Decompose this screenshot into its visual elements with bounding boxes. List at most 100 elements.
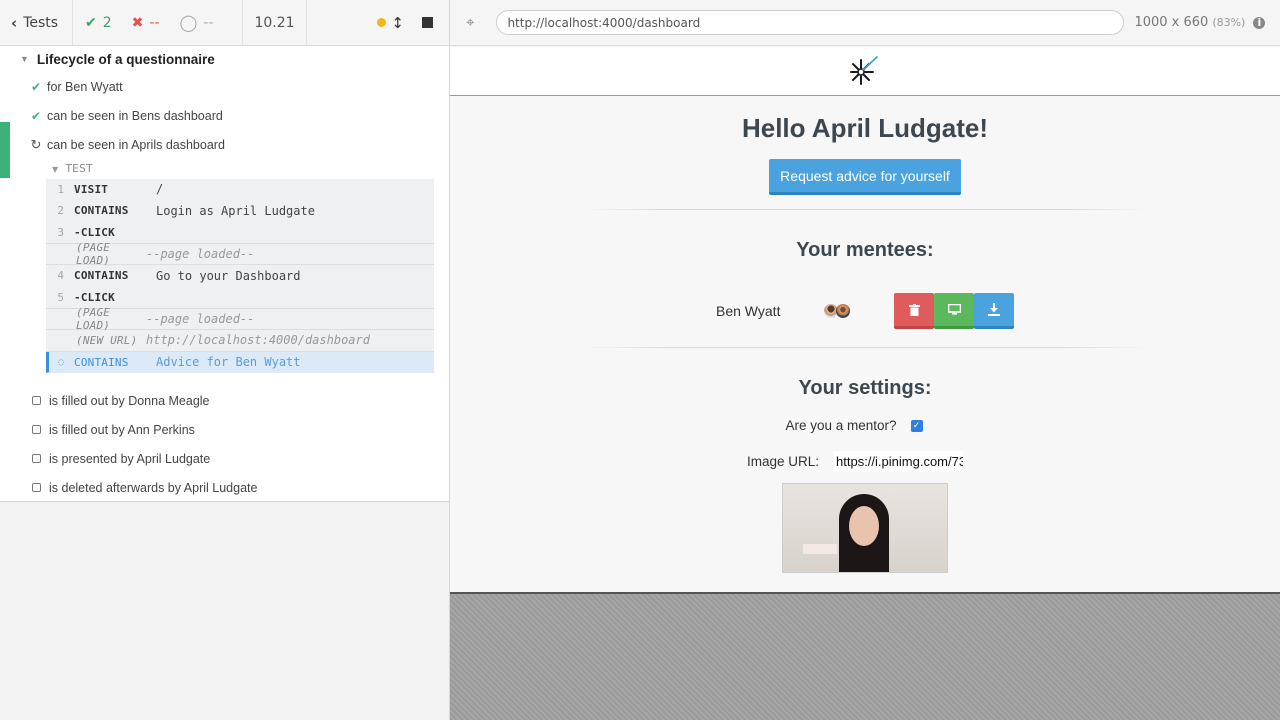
- command-number: 4: [57, 269, 64, 283]
- command-message: Advice for Ben Wyatt: [156, 355, 301, 370]
- runner-toolbar: ‹ Tests ✔ 2 ✖ -- ◯ -- 10.21 ↕: [0, 0, 449, 46]
- test-runner-panel: ‹ Tests ✔ 2 ✖ -- ◯ -- 10.21 ↕ ▼ Lifecycl…: [0, 0, 450, 720]
- mentor-label: Are you a mentor?: [785, 418, 897, 433]
- command-message: --page loaded--: [146, 247, 255, 262]
- trash-icon: [908, 303, 920, 316]
- test-title: is filled out by Donna Meagle: [49, 393, 210, 408]
- greeting-heading: Hello April Ludgate!: [741, 113, 989, 143]
- command-name: CONTAINS: [74, 269, 129, 283]
- command-number: 3: [57, 225, 64, 239]
- command-row-event[interactable]: (NEW URL) http://localhost:4000/dashboar…: [46, 330, 434, 352]
- app-under-test-panel: ⌖ http://localhost:4000/dashboard 1000 x…: [450, 0, 1280, 720]
- request-advice-button[interactable]: Request advice for yourself: [769, 159, 961, 195]
- test-item-pending[interactable]: is filled out by Donna Meagle: [0, 386, 449, 415]
- test-title: for Ben Wyatt: [47, 79, 123, 94]
- command-name: (PAGE LOAD): [76, 241, 111, 268]
- command-name: (NEW URL): [76, 333, 138, 347]
- test-item-pending[interactable]: is filled out by Ann Perkins: [0, 415, 449, 444]
- dashboard-content: Hello April Ludgate! Request advice for …: [450, 113, 1280, 573]
- test-item[interactable]: ✔ for Ben Wyatt: [0, 72, 449, 101]
- command-row-active[interactable]: ◌ CONTAINS Advice for Ben Wyatt: [46, 351, 434, 374]
- command-name: -CLICK: [74, 225, 115, 239]
- viewport-size: 1000 x 660: [1134, 15, 1209, 30]
- mentor-checkbox[interactable]: ✓: [910, 419, 923, 432]
- pending-stat: ◯ --: [180, 13, 214, 32]
- passed-stat: ✔ 2: [85, 15, 112, 31]
- refresh-icon: ↻: [30, 136, 42, 152]
- test-title: is deleted afterwards by April Ludgate: [49, 480, 258, 495]
- site-header: [450, 47, 1280, 96]
- command-number: 2: [57, 204, 64, 218]
- test-title: can be seen in Aprils dashboard: [47, 137, 225, 152]
- test-item-running[interactable]: ↻ can be seen in Aprils dashboard: [0, 130, 449, 159]
- tests-button[interactable]: ‹ Tests: [0, 0, 73, 45]
- mentee-row: Ben Wyatt: [450, 293, 1280, 329]
- tests-button-label: Tests: [23, 14, 59, 31]
- runner-controls: ↕: [307, 0, 449, 45]
- duration: 10.21: [243, 0, 307, 45]
- url-input[interactable]: http://localhost:4000/dashboard: [496, 10, 1125, 35]
- test-title: is presented by April Ludgate: [49, 451, 211, 466]
- monitor-icon: [947, 304, 961, 315]
- test-item-pending[interactable]: is presented by April Ludgate: [0, 444, 449, 473]
- command-log: ▼ TEST 1 VISIT / 2 CONTAINS Login as Apr…: [46, 159, 434, 374]
- command-name: -CLICK: [74, 290, 115, 304]
- info-icon: i: [1253, 16, 1266, 29]
- test-section-header[interactable]: ▼ TEST: [46, 159, 434, 179]
- check-icon: ✔: [85, 14, 97, 31]
- square-icon: [32, 425, 41, 435]
- caret-down-icon: ▼: [20, 54, 29, 64]
- x-icon: ✖: [131, 14, 144, 31]
- pending-count: --: [203, 14, 214, 31]
- command-row-event[interactable]: (PAGE LOAD) --page loaded--: [46, 241, 434, 268]
- command-message: --page loaded--: [146, 311, 255, 326]
- command-row[interactable]: 1 VISIT /: [46, 179, 434, 201]
- passed-count: 2: [102, 14, 112, 31]
- command-row[interactable]: 4 CONTAINS Go to your Dashboard: [46, 265, 434, 287]
- mentee-avatars: [824, 304, 894, 318]
- square-icon: [32, 483, 41, 493]
- image-url-input[interactable]: https://i.pinimg.com/73: [833, 451, 964, 472]
- viewport-info[interactable]: 1000 x 660 (83%) i: [1134, 15, 1266, 30]
- test-section-label: TEST: [65, 163, 93, 175]
- command-message: http://localhost:4000/dashboard: [146, 333, 370, 348]
- delete-button[interactable]: [894, 293, 934, 329]
- profile-image: [782, 483, 948, 573]
- mentor-setting: Are you a mentor? ✓: [450, 418, 1280, 433]
- auto-scroll-icon[interactable]: ↕: [391, 14, 404, 32]
- present-button[interactable]: [934, 293, 974, 329]
- suite-title-text: Lifecycle of a questionnaire: [36, 51, 215, 67]
- command-message: Go to your Dashboard: [156, 268, 301, 283]
- check-icon: ✔: [30, 79, 42, 94]
- app-iframe: Hello April Ludgate! Request advice for …: [450, 47, 1280, 594]
- chevron-left-icon: ‹: [11, 13, 18, 32]
- settings-heading: Your settings:: [798, 377, 932, 399]
- square-icon: [32, 454, 41, 464]
- check-icon: ✔: [30, 108, 42, 123]
- mentee-name: Ben Wyatt: [716, 303, 781, 319]
- test-title: is filled out by Ann Perkins: [49, 422, 195, 437]
- command-row[interactable]: 2 CONTAINS Login as April Ludgate: [46, 200, 434, 223]
- command-name: CONTAINS: [74, 355, 129, 369]
- image-face-shape: [849, 506, 879, 546]
- cypress-runner-app: ‹ Tests ✔ 2 ✖ -- ◯ -- 10.21 ↕ ▼ Lifecycl…: [0, 0, 1280, 720]
- command-number: 1: [57, 182, 64, 196]
- command-row-event[interactable]: (PAGE LOAD) --page loaded--: [46, 305, 434, 332]
- download-icon: [988, 303, 1000, 316]
- download-button[interactable]: [974, 293, 1014, 329]
- test-title: can be seen in Bens dashboard: [47, 108, 223, 123]
- circle-notch-icon: ◯: [179, 13, 198, 32]
- failed-count: --: [149, 14, 160, 31]
- image-url-setting: Image URL: https://i.pinimg.com/73: [450, 451, 1280, 472]
- selector-playground-icon[interactable]: ⌖: [466, 14, 474, 31]
- test-item[interactable]: ✔ can be seen in Bens dashboard: [0, 101, 449, 130]
- test-stats: ✔ 2 ✖ -- ◯ --: [73, 0, 243, 45]
- suite-title[interactable]: ▼ Lifecycle of a questionnaire: [0, 46, 449, 72]
- test-item-pending[interactable]: is deleted afterwards by April Ludgate: [0, 473, 449, 502]
- pending-tests: is filled out by Donna Meagle is filled …: [0, 386, 449, 502]
- url-bar: ⌖ http://localhost:4000/dashboard 1000 x…: [450, 0, 1280, 46]
- avatar: [836, 304, 850, 318]
- caret-down-icon: ▼: [52, 164, 59, 174]
- stop-icon[interactable]: [422, 17, 433, 28]
- command-name: (PAGE LOAD): [76, 305, 111, 332]
